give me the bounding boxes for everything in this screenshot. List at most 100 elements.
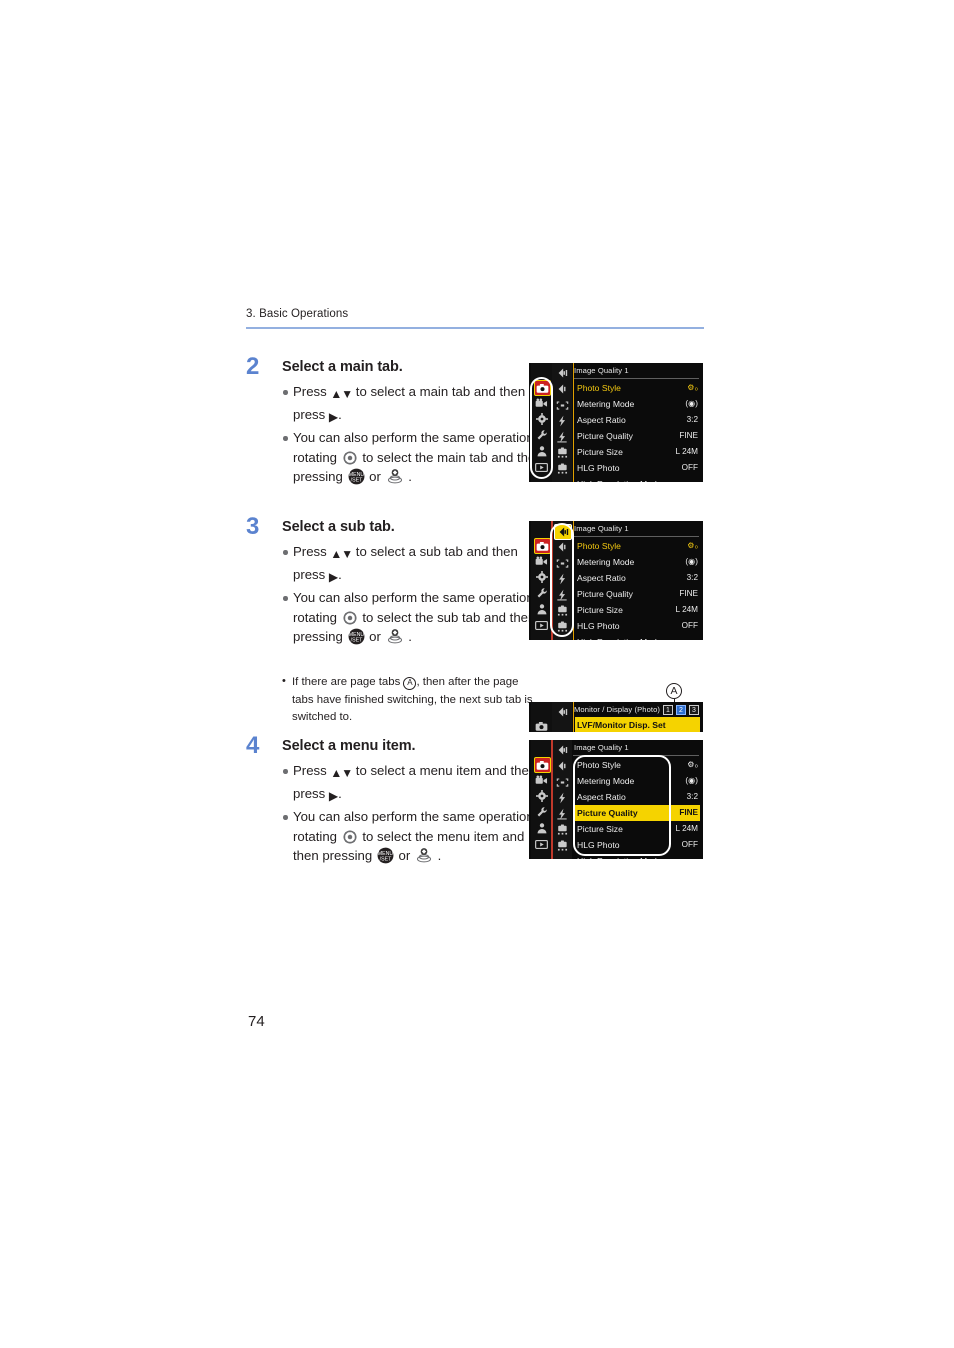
sub-tab-image-quality-2-icon[interactable] — [554, 382, 570, 396]
main-tab-movie-camera-icon[interactable] — [534, 396, 549, 410]
menu-row[interactable]: Aspect Ratio 3:2 — [575, 789, 700, 805]
page-tab[interactable]: 2 — [676, 705, 686, 715]
menu-row[interactable]: HLG Photo OFF — [575, 837, 700, 853]
page-tab-group[interactable]: 123 — [663, 705, 699, 715]
menu-row-value: FINE — [679, 808, 698, 817]
menu-row[interactable]: Picture Size L 24M — [575, 821, 700, 837]
sub-tab-image-quality-icon[interactable] — [554, 705, 570, 719]
menu-row[interactable]: Metering Mode (◉) — [575, 396, 700, 412]
main-tab-playback-icon[interactable] — [534, 460, 549, 474]
sub-tab-focus-icon[interactable] — [554, 556, 570, 570]
column-divider — [551, 521, 553, 640]
menu-row-value: (◉) — [685, 399, 698, 408]
menu-row[interactable]: Picture Quality FINE — [575, 428, 700, 444]
main-tab-camera-icon[interactable] — [534, 719, 549, 732]
sub-tab-flash-icon[interactable] — [554, 791, 570, 805]
sub-tab-flash-icon[interactable] — [554, 572, 570, 586]
main-tab-person-icon[interactable] — [534, 602, 549, 616]
menu-item-list[interactable]: LVF/Monitor Disp. Set — [575, 717, 700, 732]
menu-row[interactable]: Metering Mode (◉) — [575, 773, 700, 789]
sub-tab-others-photo-2-icon[interactable] — [554, 839, 570, 853]
menu-row[interactable]: LVF/Monitor Disp. Set — [575, 717, 700, 732]
sub-tab-flash-2-icon[interactable] — [554, 807, 570, 821]
sub-tab-flash-icon[interactable] — [554, 414, 570, 428]
menu-item-list[interactable]: Photo Style ⚙₀ Metering Mode (◉) Aspect Rati… — [575, 380, 700, 482]
menu-row[interactable]: Metering Mode (◉) — [575, 554, 700, 570]
main-tab-gear-icon[interactable] — [534, 570, 549, 584]
menu-row-value: 3:2 — [686, 415, 698, 424]
main-tab-camera-icon[interactable] — [534, 380, 551, 396]
sub-tab-column[interactable] — [552, 363, 572, 482]
sub-tab-others-photo-2-icon[interactable] — [554, 620, 570, 634]
menu-row[interactable]: Picture Quality FINE — [575, 586, 700, 602]
menu-row[interactable]: Picture Quality FINE — [575, 805, 700, 821]
sub-tab-column[interactable] — [552, 702, 572, 732]
menu-row[interactable]: Photo Style ⚙₀ — [575, 757, 700, 773]
menu-row-label: Aspect Ratio — [577, 415, 626, 425]
main-tab-playback-icon[interactable] — [534, 837, 549, 851]
joystick-icon — [387, 468, 403, 484]
menu-row-value: (◉) — [685, 557, 698, 566]
sub-tab-others-photo-icon[interactable] — [554, 604, 570, 618]
menu-row-label: Picture Size — [577, 824, 623, 834]
menu-row[interactable]: High Resolution Mode — [575, 853, 700, 859]
menu-row[interactable]: Picture Size L 24M — [575, 602, 700, 618]
main-tab-gear-icon[interactable] — [534, 789, 549, 803]
sub-tab-image-quality-2-icon[interactable] — [554, 759, 570, 773]
menu-item-list[interactable]: Photo Style ⚙₀ Metering Mode (◉) Aspect Rati… — [575, 538, 700, 640]
page-tab[interactable]: 1 — [663, 705, 673, 715]
menu-row[interactable]: Aspect Ratio 3:2 — [575, 412, 700, 428]
menu-row[interactable]: Photo Style ⚙₀ — [575, 380, 700, 396]
menu-set-button-icon: MENU/SET — [348, 628, 365, 645]
sub-tab-column[interactable] — [552, 740, 572, 859]
sub-tab-image-quality-icon[interactable] — [554, 524, 572, 540]
camera-screen-sub-tab: Image Quality 1 Photo Style ⚙₀ Metering Mo… — [529, 521, 703, 640]
menu-row[interactable]: Picture Size L 24M — [575, 444, 700, 460]
menu-row[interactable]: Photo Style ⚙₀ — [575, 538, 700, 554]
main-tab-camera-icon[interactable] — [534, 538, 551, 554]
menu-item-list[interactable]: Photo Style ⚙₀ Metering Mode (◉) Aspect Rati… — [575, 757, 700, 859]
main-tab-wrench-icon[interactable] — [534, 428, 549, 442]
sub-tab-flash-2-icon[interactable] — [554, 588, 570, 602]
sub-tab-column[interactable] — [552, 521, 572, 640]
sub-tab-image-quality-icon[interactable] — [554, 366, 570, 380]
right-arrow-icon: ▶ — [328, 569, 339, 584]
screen-title: Image Quality 1 — [574, 524, 629, 533]
sub-tab-others-photo-icon[interactable] — [554, 823, 570, 837]
main-tab-wrench-icon[interactable] — [534, 805, 549, 819]
manual-page: 3. Basic Operations 2 Select a main tab.… — [0, 0, 954, 1348]
menu-row[interactable]: Aspect Ratio 3:2 — [575, 570, 700, 586]
menu-row[interactable]: HLG Photo OFF — [575, 618, 700, 634]
main-tab-playback-icon[interactable] — [534, 618, 549, 632]
menu-row[interactable]: High Resolution Mode — [575, 634, 700, 640]
menu-row[interactable]: High Resolution Mode — [575, 476, 700, 482]
main-tab-movie-camera-icon[interactable] — [534, 773, 549, 787]
sub-tab-others-photo-2-icon[interactable] — [554, 462, 570, 476]
sub-tab-focus-icon[interactable] — [554, 398, 570, 412]
main-tab-column[interactable] — [531, 740, 552, 859]
menu-row[interactable]: HLG Photo OFF — [575, 460, 700, 476]
sub-tab-image-quality-icon[interactable] — [554, 743, 570, 757]
sub-tab-image-quality-2-icon[interactable] — [554, 540, 570, 554]
sub-tab-flash-2-icon[interactable] — [554, 430, 570, 444]
main-tab-camera-icon[interactable] — [534, 757, 551, 773]
menu-row-label: Picture Quality — [577, 431, 633, 441]
right-arrow-icon: ▶ — [328, 409, 339, 424]
menu-set-button-icon: MENU/SET — [348, 468, 365, 485]
page-number: 74 — [248, 1013, 265, 1030]
main-tab-person-icon[interactable] — [534, 821, 549, 835]
main-tab-column[interactable] — [531, 702, 552, 732]
sub-tab-focus-icon[interactable] — [554, 775, 570, 789]
main-tab-column[interactable] — [531, 521, 552, 640]
camera-screen-menu-item: Image Quality 1 Photo Style ⚙₀ Metering Mo… — [529, 740, 703, 859]
screen-title-divider — [573, 536, 699, 537]
page-tab[interactable]: 3 — [689, 705, 699, 715]
main-tab-wrench-icon[interactable] — [534, 586, 549, 600]
main-tab-person-icon[interactable] — [534, 444, 549, 458]
main-tab-gear-icon[interactable] — [534, 412, 549, 426]
main-tab-column[interactable] — [531, 363, 552, 482]
main-tab-movie-camera-icon[interactable] — [534, 554, 549, 568]
note-text-before: If there are page tabs — [292, 676, 404, 688]
sub-tab-others-photo-icon[interactable] — [554, 446, 570, 460]
menu-row-value: ⚙₀ — [687, 541, 698, 550]
